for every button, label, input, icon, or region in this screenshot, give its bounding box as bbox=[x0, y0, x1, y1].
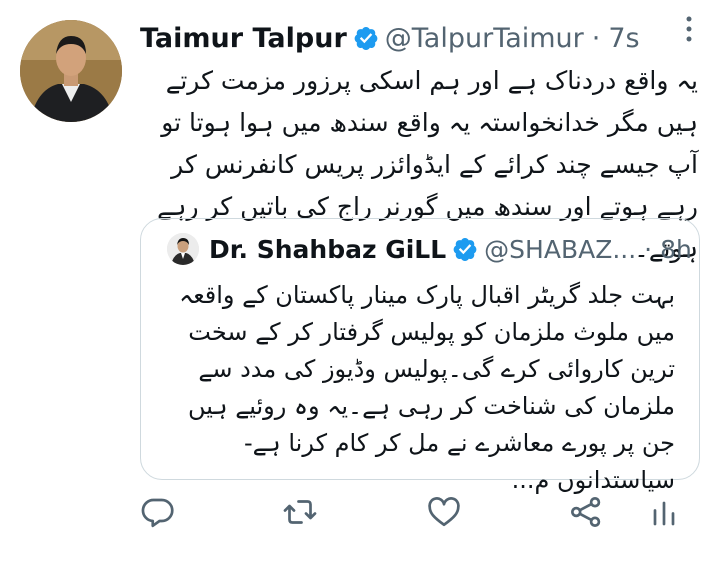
like-icon[interactable] bbox=[426, 494, 462, 530]
quoted-timestamp[interactable]: 8h bbox=[660, 235, 692, 264]
analytics-icon[interactable] bbox=[646, 494, 682, 530]
reply-icon[interactable] bbox=[140, 494, 176, 530]
more-icon[interactable] bbox=[684, 14, 694, 44]
author-name[interactable]: Taimur Talpur bbox=[140, 23, 347, 54]
quoted-author-avatar[interactable] bbox=[167, 233, 199, 265]
quoted-verified-icon bbox=[452, 236, 478, 262]
verified-icon bbox=[353, 25, 379, 51]
retweet-icon[interactable] bbox=[282, 494, 318, 530]
quoted-header: Dr. Shahbaz GiLL @SHABAZ... · 8h bbox=[209, 229, 692, 269]
quoted-author-name[interactable]: Dr. Shahbaz GiLL bbox=[209, 235, 446, 264]
tweet-action-bar bbox=[0, 494, 720, 544]
tweet-timestamp[interactable]: 7s bbox=[608, 23, 639, 54]
quoted-tweet[interactable]: Dr. Shahbaz GiLL @SHABAZ... · 8h بہت جلد… bbox=[140, 218, 700, 494]
quoted-separator-dot: · bbox=[644, 234, 653, 264]
tweet-header: Taimur Talpur @TalpurTaimur · 7s bbox=[140, 16, 640, 60]
quoted-text: بہت جلد گریٹر اقبال پارک مینار پاکستان ک… bbox=[179, 281, 675, 494]
quoted-author-handle[interactable]: @SHABAZ... bbox=[484, 235, 636, 264]
author-handle[interactable]: @TalpurTaimur bbox=[385, 23, 584, 54]
share-icon[interactable] bbox=[568, 494, 604, 530]
author-avatar[interactable] bbox=[20, 20, 122, 122]
separator-dot: · bbox=[591, 22, 601, 54]
